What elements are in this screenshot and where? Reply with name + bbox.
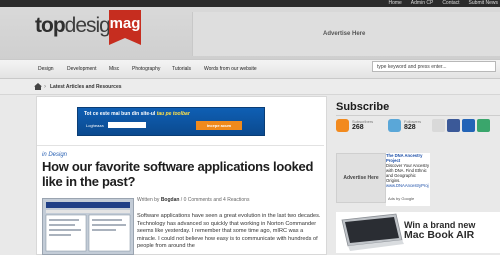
breadcrumb: Latest Articles and Resources [50, 84, 122, 90]
subscribe-divider [336, 115, 500, 116]
banner-label: Logheaza [86, 123, 104, 128]
sidebar-ad[interactable]: Advertise Here [336, 153, 386, 203]
banner-text-b: tau pe toolbar [156, 111, 190, 117]
facebook-icon[interactable] [447, 119, 460, 132]
logo-top-text: top [35, 14, 66, 37]
post-comments-link[interactable]: / 0 Comments and 4 Reactions [179, 197, 250, 203]
nav-item-misc[interactable]: Misc [109, 60, 119, 78]
nav-item-tutorials[interactable]: Tutorials [172, 60, 191, 78]
post-meta: Written by Bogdan / 0 Comments and 4 Rea… [137, 197, 249, 203]
banner-headline: Tot ce este mai bun din site-ul tau pe t… [84, 111, 190, 117]
nav-item-development[interactable]: Development [67, 60, 96, 78]
delicious-icon[interactable] [462, 119, 475, 132]
top-link-contact[interactable]: Contact [442, 0, 459, 7]
thumbnail-image [43, 199, 133, 254]
dna-ad-url[interactable]: www.DNAAncestryProj [386, 183, 430, 188]
nav-item-photography[interactable]: Photography [132, 60, 160, 78]
followers-count: 828 [404, 124, 416, 131]
twitter-icon[interactable] [388, 119, 401, 132]
banner-input[interactable] [108, 122, 146, 128]
top-links: Home Admin CP Contact Submit News [388, 0, 498, 7]
banner-start-button[interactable]: Incepe acum [196, 121, 242, 130]
banner-text-a: Tot ce este mai bun din site-ul [84, 111, 157, 117]
home-icon[interactable] [34, 83, 42, 90]
site-logo[interactable]: topdesign [35, 13, 122, 39]
meta-prefix: Written by [137, 197, 161, 203]
sidebar-ad-label: Advertise Here [343, 175, 379, 181]
nav-item-design[interactable]: Design [38, 60, 54, 78]
mac-ad-line2: Mac Book AIR [404, 229, 475, 241]
post-thumbnail[interactable] [42, 198, 134, 255]
post-excerpt: Software applications have seen a great … [137, 213, 321, 250]
stumbleupon-icon[interactable] [477, 119, 490, 132]
header-ad-label: Advertise Here [323, 31, 366, 37]
post-category[interactable]: in Design [42, 152, 67, 158]
ads-by-google[interactable]: Ads by Google [388, 196, 414, 201]
laptop-image [341, 213, 404, 251]
divider [37, 145, 324, 146]
post-author[interactable]: Bogdan [161, 197, 180, 203]
subscribers-count: 268 [352, 124, 364, 131]
nav-item-words[interactable]: Words from our website [204, 60, 257, 78]
post-title[interactable]: How our favorite software applications l… [42, 159, 322, 189]
breadcrumb-separator: › [44, 84, 46, 90]
rss-icon[interactable] [336, 119, 349, 132]
logo-mag-badge: mag [109, 10, 141, 45]
macbook-ad-text[interactable]: Win a brand new Mac Book AIR [404, 220, 475, 240]
email-icon[interactable] [432, 119, 445, 132]
top-link-home[interactable]: Home [388, 0, 401, 7]
search-input[interactable]: type keyword and press enter... [372, 61, 496, 72]
dna-ad-body: Discover Your Ancestry with DNA. Find Et… [386, 163, 430, 183]
header-ad[interactable]: Advertise Here [192, 12, 500, 56]
top-link-submit-news[interactable]: Submit News [469, 0, 498, 7]
subscribe-title: Subscribe [336, 101, 390, 113]
top-link-admin[interactable]: Admin CP [411, 0, 434, 7]
dna-ad-title[interactable]: The DNA Ancestry Project [386, 153, 430, 163]
toolbar-banner-ad[interactable]: Tot ce este mai bun din site-ul tau pe t… [77, 107, 265, 136]
